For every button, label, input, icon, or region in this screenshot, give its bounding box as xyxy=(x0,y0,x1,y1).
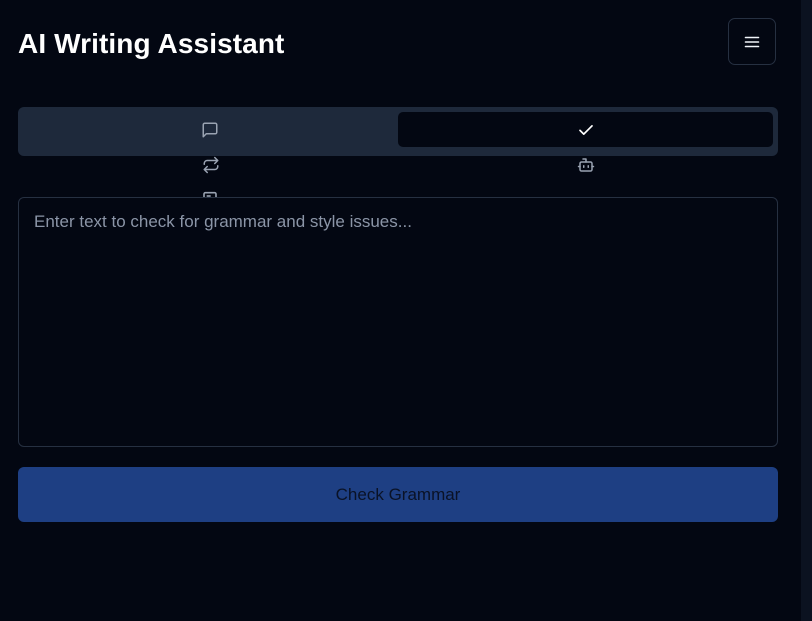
menu-button[interactable] xyxy=(728,18,776,65)
tab-chat[interactable] xyxy=(192,120,228,140)
bot-icon xyxy=(577,158,595,172)
tab-grammar-check[interactable] xyxy=(398,112,773,147)
repeat-icon xyxy=(203,156,219,174)
mode-tab-bar xyxy=(18,107,778,156)
grammar-input[interactable] xyxy=(34,210,762,434)
newspaper-icon xyxy=(203,191,217,197)
tab-ai-assistant[interactable] xyxy=(575,155,597,175)
check-icon xyxy=(578,124,593,135)
menu-icon xyxy=(744,36,760,47)
page-title: AI Writing Assistant xyxy=(18,28,285,59)
scrollbar[interactable] xyxy=(801,0,812,621)
tab-summarize[interactable] xyxy=(200,190,220,197)
message-square-icon xyxy=(202,122,218,138)
text-editor xyxy=(18,197,778,447)
app-page: AI Writing Assistant Enter text to check… xyxy=(0,0,812,621)
check-grammar-button[interactable]: Check Grammar xyxy=(18,467,778,522)
tab-paraphrase[interactable] xyxy=(200,155,222,175)
